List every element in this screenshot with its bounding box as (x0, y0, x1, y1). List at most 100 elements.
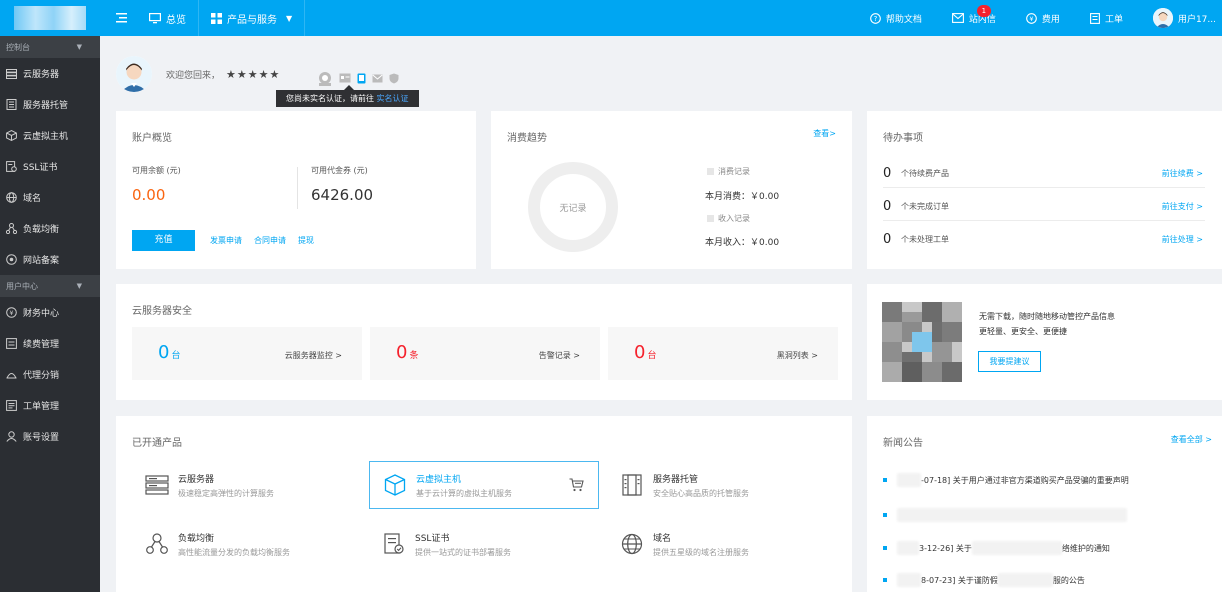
product-virtual-host[interactable]: 云虚拟主机 基于云计算的虚拟主机服务 (369, 461, 599, 509)
ssl-icon (6, 161, 17, 172)
security-box-monitor[interactable]: 0台 云服务器监控 > (132, 327, 362, 380)
activated-products-card: 已开通产品 云服务器 极速稳定高弹性的计算服务 云虚拟主机 基于云计算的虚拟主机… (116, 416, 852, 592)
sidebar-item-ssl[interactable]: SSL证书 (0, 151, 100, 182)
security-box-alerts[interactable]: 0条 告警记录 > (370, 327, 600, 380)
sidebar-item-finance[interactable]: ¥ 财务中心 (0, 297, 100, 328)
todo-card: 待办事项 0 个待续费产品 前往续费 > 0 个未完成订单 前往支付 > 0 个… (867, 111, 1222, 269)
nav-overview[interactable]: 总览 (137, 0, 198, 36)
balance-label: 可用余额 (元) (132, 166, 181, 175)
news-view-all-link[interactable]: 查看全部 > (1171, 434, 1212, 445)
news-item[interactable]: -07-18] 关于用户通过非官方渠道购买产品受骗的重要声明 (883, 473, 1129, 487)
product-text: 负载均衡 高性能流量分发的负载均衡服务 (178, 531, 290, 558)
menu-toggle-button[interactable] (100, 0, 137, 36)
nav-products[interactable]: 产品与服务 ▼ (199, 0, 304, 36)
account-overview-card: 账户概览 可用余额 (元) 0.00 可用代金券 (元) 6426.00 充值 … (116, 111, 476, 269)
globe-icon (619, 531, 645, 557)
sidebar-item-cloud-server[interactable]: 云服务器 (0, 58, 100, 89)
sidebar-item-ticket-mgmt[interactable]: 工单管理 (0, 390, 100, 421)
real-name-badge-icon[interactable] (317, 70, 333, 86)
redacted-area (897, 541, 919, 555)
sidebar-item-agent[interactable]: 代理分销 (0, 359, 100, 390)
menu-icon (116, 13, 127, 23)
alert-records-link[interactable]: 告警记录 > (539, 350, 580, 361)
user-name: 用户17... (1177, 14, 1216, 25)
security-count: 0条 (396, 342, 418, 363)
product-ssl[interactable]: SSL证书 提供一站式的证书部署服务 (369, 520, 599, 568)
sidebar-item-label: 财务中心 (23, 309, 60, 319)
cart-icon[interactable] (569, 478, 584, 492)
todo-row-tickets: 0 个未处理工单 前往处理 > (883, 232, 1203, 247)
security-box-blackhole[interactable]: 0台 黑洞列表 > (608, 327, 838, 380)
user-menu[interactable]: 用户17... (1138, 0, 1222, 36)
phone-icon[interactable] (357, 73, 366, 84)
sidebar-item-load-balance[interactable]: 负载均衡 (0, 213, 100, 244)
ticket-icon (6, 400, 17, 411)
welcome-text: 欢迎您回来， (166, 70, 221, 81)
sidebar-item-server-hosting[interactable]: 服务器托管 (0, 89, 100, 120)
feedback-button[interactable]: 我要提建议 (978, 351, 1041, 372)
product-domain[interactable]: 域名 提供五星级的域名注册服务 (607, 520, 837, 568)
email-icon[interactable] (372, 74, 383, 83)
real-name-verify-link[interactable]: 实名认证 (377, 94, 409, 103)
tickets-link[interactable]: 工单 (1075, 0, 1138, 36)
caret-down-icon: ▼ (76, 282, 82, 290)
shield-icon[interactable] (389, 73, 399, 84)
voucher-value: 6426.00 (311, 186, 374, 204)
svg-text:¥: ¥ (1029, 15, 1033, 23)
recharge-button[interactable]: 充值 (132, 230, 195, 251)
id-card-icon[interactable] (339, 73, 351, 83)
billing-label: 费用 (1041, 14, 1060, 25)
help-docs-link[interactable]: ? 帮助文档 (855, 0, 937, 36)
trend-view-link[interactable]: 查看> (813, 128, 836, 139)
legend-consume[interactable]: 消费记录 (707, 166, 750, 177)
go-pay-link[interactable]: 前往支付 > (1162, 201, 1203, 212)
news-item[interactable]: 8-07-23] 关于谨防假 服的公告 (883, 573, 1085, 587)
sidebar-section-user-center[interactable]: 用户中心 ▼ (0, 275, 100, 297)
news-card: 新闻公告 查看全部 > -07-18] 关于用户通过非官方渠道购买产品受骗的重要… (867, 416, 1222, 592)
count-value: 0 (158, 342, 170, 363)
tooltip-text: 您尚未实名认证，请前往 (286, 94, 374, 103)
product-text: 云服务器 极速稳定高弹性的计算服务 (178, 472, 274, 499)
todo-row-orders: 0 个未完成订单 前往支付 > (883, 199, 1203, 214)
sidebar-item-label: SSL证书 (23, 163, 58, 173)
redacted-area (997, 573, 1053, 587)
sidebar-item-record[interactable]: 网站备案 (0, 244, 100, 275)
blackhole-list-link[interactable]: 黑洞列表 > (777, 350, 818, 361)
sidebar-item-domain[interactable]: 域名 (0, 182, 100, 213)
invoice-apply-link[interactable]: 发票申请 (210, 235, 242, 246)
user-icon (6, 431, 17, 442)
product-desc: 安全贴心高品质的托管服务 (653, 488, 749, 498)
caret-down-icon: ▼ (76, 43, 82, 51)
go-process-link[interactable]: 前往处理 > (1162, 234, 1203, 245)
product-load-balance[interactable]: 负载均衡 高性能流量分发的负载均衡服务 (132, 520, 362, 568)
withdraw-link[interactable]: 提现 (298, 235, 314, 246)
product-server-hosting[interactable]: 服务器托管 安全贴心高品质的托管服务 (607, 461, 837, 509)
divider (297, 167, 298, 209)
product-desc: 高性能流量分发的负载均衡服务 (178, 547, 290, 557)
ssl-icon (381, 531, 407, 557)
avatar-icon (1152, 8, 1173, 28)
go-renew-link[interactable]: 前往续费 > (1162, 168, 1203, 179)
messages-link[interactable]: 站内信 1 (937, 0, 1011, 36)
logo[interactable] (0, 0, 100, 36)
sidebar-section-console[interactable]: 控制台 ▼ (0, 36, 100, 58)
product-cloud-server[interactable]: 云服务器 极速稳定高弹性的计算服务 (132, 461, 362, 509)
mail-icon (951, 13, 964, 23)
billing-link[interactable]: ¥ 费用 (1011, 0, 1075, 36)
app-promo-card: 无需下载，随时随地移动管控产品信息 更轻量、更安全、更便捷 我要提建议 (867, 284, 1222, 400)
news-item[interactable]: 3-12-26] 关于 络维护的通知 (883, 541, 1110, 555)
user-avatar-large[interactable] (116, 56, 152, 92)
todo-row-renew: 0 个待续费产品 前往续费 > (883, 166, 1203, 181)
server-monitor-link[interactable]: 云服务器监控 > (285, 350, 342, 361)
sidebar-item-virtual-host[interactable]: 云虚拟主机 (0, 120, 100, 151)
sidebar-item-renewal[interactable]: 续费管理 (0, 328, 100, 359)
contract-apply-link[interactable]: 合同申请 (254, 235, 286, 246)
month-consume-stat: 本月消费：￥0.00 (705, 192, 780, 202)
count-unit: 台 (171, 351, 181, 361)
product-text: 服务器托管 安全贴心高品质的托管服务 (653, 472, 749, 499)
news-item[interactable] (883, 508, 1127, 522)
sidebar-item-account-settings[interactable]: 账号设置 (0, 421, 100, 452)
legend-income[interactable]: 收入记录 (707, 213, 750, 224)
account-links: 发票申请 合同申请 提现 (210, 235, 314, 246)
legend-label: 收入记录 (718, 214, 750, 223)
